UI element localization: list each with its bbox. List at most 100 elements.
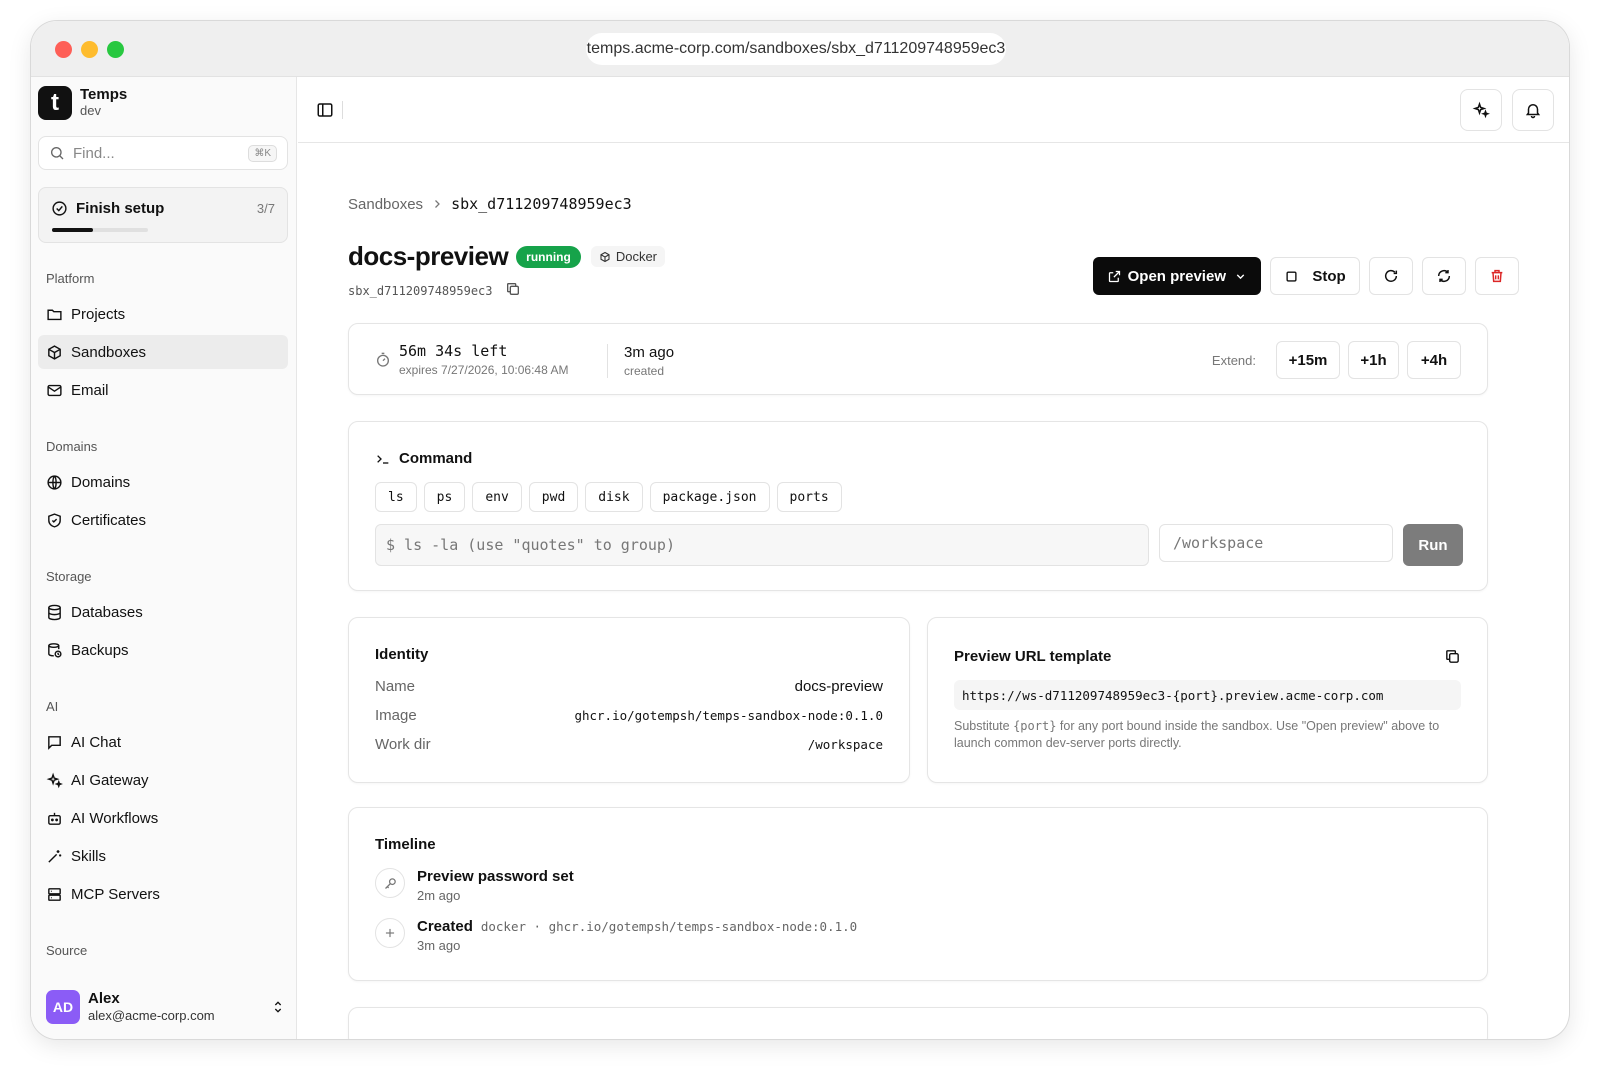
copy-id-button[interactable] — [505, 281, 521, 300]
backup-icon — [48, 642, 62, 658]
copy-icon — [506, 283, 519, 295]
breadcrumb-sandboxes-link[interactable]: Sandboxes — [348, 196, 423, 213]
sidebar-item-label: Certificates — [71, 511, 147, 529]
top-bar — [298, 77, 1569, 143]
status-badge: running — [516, 245, 581, 268]
setup-count: 3/7 — [256, 201, 275, 216]
timeline-title: Timeline — [375, 836, 436, 853]
folder-icon — [47, 309, 62, 320]
extend-15m-button[interactable]: +15m — [1276, 341, 1340, 379]
command-chip-ports[interactable]: ports — [776, 482, 842, 512]
plus-icon — [385, 928, 395, 938]
command-chip-disk[interactable]: disk — [585, 482, 643, 512]
nav-section-platform: Platform Projects Sandboxes Email — [38, 271, 288, 407]
mail-icon — [47, 384, 62, 396]
preview-url-card: Preview URL template https://ws-d7112097… — [927, 617, 1488, 783]
stop-button[interactable]: Stop — [1270, 257, 1360, 295]
sidebar-item-databases[interactable]: Databases — [38, 595, 288, 629]
command-chip-pwd[interactable]: pwd — [528, 482, 579, 512]
command-chip-ps[interactable]: ps — [423, 482, 466, 512]
extend-controls: Extend: +15m +1h +4h — [1212, 341, 1461, 379]
refresh-button[interactable] — [1422, 257, 1466, 295]
sidebar-item-email[interactable]: Email — [38, 373, 288, 407]
minimize-window-button[interactable] — [81, 41, 98, 58]
sidebar-item-projects[interactable]: Projects — [38, 297, 288, 331]
sidebar-item-ai-workflows[interactable]: AI Workflows — [38, 801, 288, 835]
extend-4h-button[interactable]: +4h — [1407, 341, 1461, 379]
extend-1h-button[interactable]: +1h — [1348, 341, 1399, 379]
delete-button[interactable] — [1475, 257, 1519, 295]
identity-row-workdir: Work dir /workspace — [375, 736, 883, 753]
sidebar-item-label: Sandboxes — [71, 343, 147, 361]
sidebar-item-label: AI Chat — [71, 733, 122, 751]
nav-section-source: Source — [38, 943, 288, 965]
open-preview-button[interactable]: Open preview — [1092, 257, 1261, 295]
command-chip-env[interactable]: env — [472, 482, 522, 512]
sidebar-item-label: Email — [71, 381, 109, 399]
run-button[interactable]: Run — [1403, 524, 1463, 566]
expiry-card: 56m 34s left expires 7/27/2026, 10:06:48… — [348, 323, 1488, 395]
search-input[interactable]: Find... ⌘K — [38, 136, 288, 170]
sidebar-item-ai-gateway[interactable]: AI Gateway — [38, 763, 288, 797]
copy-url-button[interactable] — [1444, 648, 1461, 670]
sidebar-item-backups[interactable]: Backups — [38, 633, 288, 667]
stop-icon — [1286, 270, 1297, 282]
workspace-switcher[interactable]: t Temps dev — [38, 86, 127, 120]
breadcrumb-current: sbx_d711209748959ec3 — [451, 195, 632, 213]
sandbox-id-row: sbx_d711209748959ec3 — [348, 281, 521, 300]
notifications-button[interactable] — [1512, 89, 1554, 131]
sidebar-item-label: AI Workflows — [71, 809, 159, 827]
finish-setup-card[interactable]: Finish setup 3/7 — [38, 187, 288, 243]
nav-section-title: Platform — [46, 271, 95, 286]
check-circle-icon — [52, 201, 67, 216]
sidebar-item-label: AI Gateway — [71, 771, 149, 789]
timeline-event-meta: docker · ghcr.io/gotempsh/temps-sandbox-… — [480, 919, 858, 934]
sidebar-item-domains[interactable]: Domains — [38, 465, 288, 499]
sidebar-item-sandboxes[interactable]: Sandboxes — [38, 335, 288, 369]
sidebar-item-certificates[interactable]: Certificates — [38, 503, 288, 537]
command-chip-ls[interactable]: ls — [375, 482, 417, 512]
runtime-badge: Docker — [590, 246, 666, 267]
command-input[interactable]: $ ls -la (use "quotes" to group) — [375, 524, 1149, 566]
close-window-button[interactable] — [55, 41, 72, 58]
expires-at: expires 7/27/2026, 10:06:48 AM — [399, 363, 569, 377]
sidebar-item-mcp-servers[interactable]: MCP Servers — [38, 877, 288, 911]
identity-key: Name — [375, 678, 416, 695]
maximize-window-button[interactable] — [107, 41, 124, 58]
help-text-pre: Substitute — [954, 719, 1014, 733]
identity-value: docs-preview — [794, 678, 883, 695]
database-icon — [48, 604, 61, 620]
timeline-event-title: Preview password set — [417, 868, 574, 885]
command-chip-package-json[interactable]: package.json — [649, 482, 770, 512]
chat-icon — [48, 735, 61, 750]
open-preview-label: Open preview — [1127, 267, 1226, 285]
divider — [607, 344, 608, 378]
workdir-input[interactable]: /workspace — [1159, 524, 1393, 562]
divider — [342, 101, 343, 119]
chevron-right-icon — [435, 200, 440, 208]
setup-progress-bar — [52, 228, 148, 232]
timeline-event: Created docker · ghcr.io/gotempsh/temps-… — [375, 918, 857, 953]
preview-url-template[interactable]: https://ws-d711209748959ec3-{port}.previ… — [954, 680, 1461, 710]
copy-icon — [1446, 650, 1459, 663]
setup-label: Finish setup — [76, 200, 165, 217]
address-bar[interactable]: temps.acme-corp.com/sandboxes/sbx_d71120… — [586, 33, 1006, 65]
sidebar-item-label: Projects — [71, 305, 126, 323]
chevron-down-icon — [1236, 273, 1245, 279]
sidebar-toggle-button[interactable] — [316, 101, 334, 124]
sidebar-item-skills[interactable]: Skills — [38, 839, 288, 873]
identity-key: Work dir — [375, 736, 431, 753]
time-left: 56m 34s left — [399, 342, 508, 360]
nav-section-ai: AI AI Chat AI Gateway AI Workflows Skill… — [38, 699, 288, 911]
sidebar-item-ai-chat[interactable]: AI Chat — [38, 725, 288, 759]
ai-assistant-button[interactable] — [1460, 89, 1502, 131]
nav-section-title: Storage — [46, 569, 92, 584]
preview-url-help: Substitute {port} for any port bound ins… — [954, 718, 1461, 752]
workspace-name: Temps — [80, 86, 128, 103]
restart-button[interactable] — [1369, 257, 1413, 295]
user-menu[interactable]: AD Alex alex@acme-corp.com — [46, 987, 286, 1027]
rotate-cw-icon — [1384, 269, 1398, 282]
sandbox-id: sbx_d711209748959ec3 — [348, 283, 493, 298]
created-ago: 3m ago — [624, 344, 675, 361]
refresh-icon — [1437, 269, 1451, 283]
